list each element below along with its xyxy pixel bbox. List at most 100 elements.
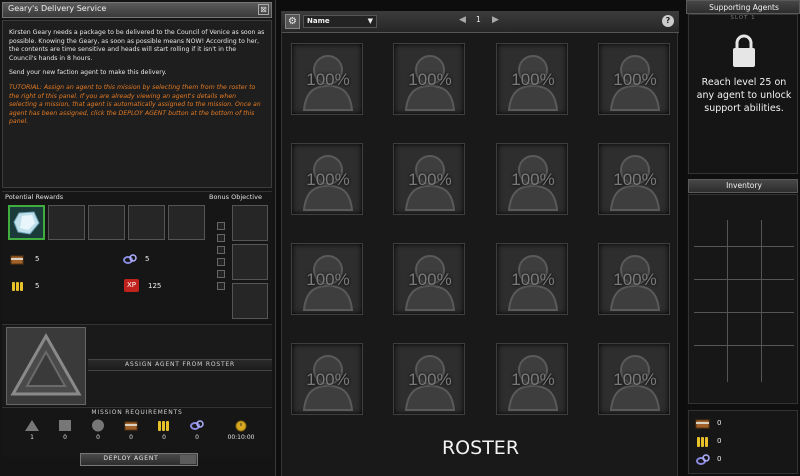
agent-health-percent: 100% bbox=[511, 370, 555, 389]
requirement-value: 1 bbox=[30, 434, 34, 441]
roster-agent-slot[interactable]: 100% bbox=[291, 43, 363, 115]
bonus-objective-slot[interactable] bbox=[232, 283, 268, 319]
agent-health-percent: 100% bbox=[613, 270, 657, 289]
requirement-item: 0 bbox=[147, 418, 181, 446]
support-slot-label: SLOT 1 bbox=[730, 15, 756, 21]
agent-health-percent: 100% bbox=[613, 70, 657, 89]
agent-health-percent: 100% bbox=[306, 370, 350, 389]
requirement-item: 0 bbox=[180, 418, 214, 446]
roster-title: ROSTER bbox=[441, 437, 520, 459]
deploy-agent-label: DEPLOY AGENT bbox=[103, 455, 159, 462]
ammo-bullets-icon bbox=[12, 282, 23, 291]
roster-agent-slot[interactable]: 100% bbox=[393, 43, 465, 115]
reward-chain-value: 5 bbox=[145, 255, 150, 263]
close-icon[interactable]: ⊠ bbox=[258, 4, 269, 15]
inventory-grid-line bbox=[694, 312, 794, 313]
requirement-item: 00:10:00 bbox=[220, 418, 262, 446]
treasure-chest-icon bbox=[10, 255, 24, 265]
xp-icon: XP bbox=[124, 279, 139, 292]
roster-agent-slot[interactable]: 100% bbox=[598, 243, 670, 315]
agent-health-percent: 100% bbox=[408, 70, 452, 89]
roster-agent-slot[interactable]: 100% bbox=[393, 243, 465, 315]
tutorial-text: TUTORIAL: Assign an agent to this missio… bbox=[9, 83, 261, 126]
currency-chain: 0 bbox=[695, 453, 755, 467]
agent-health-percent: 100% bbox=[306, 270, 350, 289]
deploy-agent-button[interactable]: DEPLOY AGENT bbox=[80, 453, 198, 466]
bonus-objective-slot[interactable] bbox=[232, 205, 268, 241]
mission-instruction: Send your new faction agent to make this… bbox=[9, 69, 167, 77]
agent-health-percent: 100% bbox=[613, 370, 657, 389]
roster-agent-slot[interactable]: 100% bbox=[393, 343, 465, 415]
requirement-item: 1 bbox=[15, 418, 49, 446]
mission-description-box: Kirsten Geary needs a package to be deli… bbox=[2, 20, 272, 188]
assign-agent-bar[interactable]: ASSIGN AGENT FROM ROSTER bbox=[88, 359, 272, 371]
currency-box: 0 0 0 bbox=[688, 410, 798, 474]
inventory-grid-line bbox=[761, 220, 762, 382]
requirement-value: 0 bbox=[63, 434, 67, 441]
treasure-chest-icon bbox=[695, 419, 710, 429]
gear-icon[interactable]: ⚙ bbox=[285, 14, 300, 29]
roster-agent-slot[interactable]: 100% bbox=[291, 243, 363, 315]
agent-health-percent: 100% bbox=[511, 70, 555, 89]
reward-ammo: 5 bbox=[10, 280, 120, 296]
roster-agent-slot[interactable]: 100% bbox=[291, 343, 363, 415]
page-number: 1 bbox=[476, 15, 481, 24]
chain-link-icon bbox=[190, 420, 204, 430]
mission-title-bar: Geary's Delivery Service ⊠ bbox=[2, 2, 272, 18]
requirement-value: 0 bbox=[129, 434, 133, 441]
roster-agent-slot[interactable]: 100% bbox=[496, 43, 568, 115]
agent-health-percent: 100% bbox=[408, 270, 452, 289]
roster-agent-slot[interactable]: 100% bbox=[598, 43, 670, 115]
potential-rewards-label: Potential Rewards bbox=[5, 193, 64, 201]
roster-agent-slot[interactable]: 100% bbox=[496, 143, 568, 215]
sort-dropdown[interactable]: Name ▼ bbox=[303, 15, 377, 28]
inventory-grid-line bbox=[694, 345, 794, 346]
roster-panel: ⚙ Name ▼ ◀ 1 ▶ ? 100% 100% 100% 100% 100% 100… bbox=[281, 11, 679, 476]
mission-title: Geary's Delivery Service bbox=[8, 4, 107, 13]
agent-portrait-slot[interactable] bbox=[6, 327, 86, 405]
roster-agent-slot[interactable]: 100% bbox=[393, 143, 465, 215]
reward-chest: 5 bbox=[10, 253, 120, 269]
reward-ammo-value: 5 bbox=[35, 282, 40, 290]
currency-chest: 0 bbox=[695, 417, 755, 431]
bonus-indicator bbox=[217, 258, 225, 266]
right-panel: Reach level 25 on any agent to unlock su… bbox=[686, 0, 800, 476]
inventory-grid[interactable] bbox=[688, 194, 798, 404]
bonus-objective-slot[interactable] bbox=[232, 244, 268, 280]
mission-requirements-label: MISSION REQUIREMENTS bbox=[91, 409, 183, 416]
currency-ammo-value: 0 bbox=[717, 437, 722, 445]
roster-agent-slot[interactable]: 100% bbox=[598, 343, 670, 415]
next-page-icon[interactable]: ▶ bbox=[492, 15, 499, 25]
prev-page-icon[interactable]: ◀ bbox=[459, 15, 466, 25]
requirement-item: 0 bbox=[114, 418, 148, 446]
help-icon[interactable]: ? bbox=[662, 15, 674, 27]
reward-item-slot[interactable] bbox=[88, 205, 125, 240]
roster-toolbar: ⚙ Name ▼ ◀ 1 ▶ ? bbox=[282, 11, 679, 33]
reward-item-slot[interactable] bbox=[168, 205, 205, 240]
reward-item-slot[interactable] bbox=[8, 205, 45, 240]
bonus-indicator bbox=[217, 282, 225, 290]
chain-link-icon bbox=[123, 254, 137, 264]
requirement-item: 0 bbox=[48, 418, 82, 446]
bonus-indicator bbox=[217, 270, 225, 278]
requirement-value: 0 bbox=[162, 434, 166, 441]
currency-chest-value: 0 bbox=[717, 419, 722, 427]
roster-agent-slot[interactable]: 100% bbox=[598, 143, 670, 215]
mission-requirements: MISSION REQUIREMENTS 1 0 0 0 0 0 00:10:0… bbox=[2, 407, 272, 457]
requirement-value: 0 bbox=[195, 434, 199, 441]
agent-health-percent: 100% bbox=[408, 170, 452, 189]
agent-assignment-area: ASSIGN AGENT FROM ROSTER bbox=[2, 324, 272, 406]
square-icon bbox=[59, 420, 71, 431]
roster-agent-slot[interactable]: 100% bbox=[291, 143, 363, 215]
reward-item-slot[interactable] bbox=[128, 205, 165, 240]
lock-icon bbox=[733, 34, 755, 67]
agent-health-percent: 100% bbox=[408, 370, 452, 389]
agent-health-percent: 100% bbox=[306, 70, 350, 89]
reward-item-slot[interactable] bbox=[48, 205, 85, 240]
roster-agent-slot[interactable]: 100% bbox=[496, 343, 568, 415]
supporting-agents-box: Reach level 25 on any agent to unlock su… bbox=[688, 14, 798, 174]
treasure-chest-icon bbox=[124, 421, 138, 431]
roster-agent-slot[interactable]: 100% bbox=[496, 243, 568, 315]
mission-panel: Geary's Delivery Service ⊠ Kirsten Geary… bbox=[0, 0, 276, 476]
support-unlock-message: Reach level 25 on any agent to unlock su… bbox=[696, 77, 792, 114]
